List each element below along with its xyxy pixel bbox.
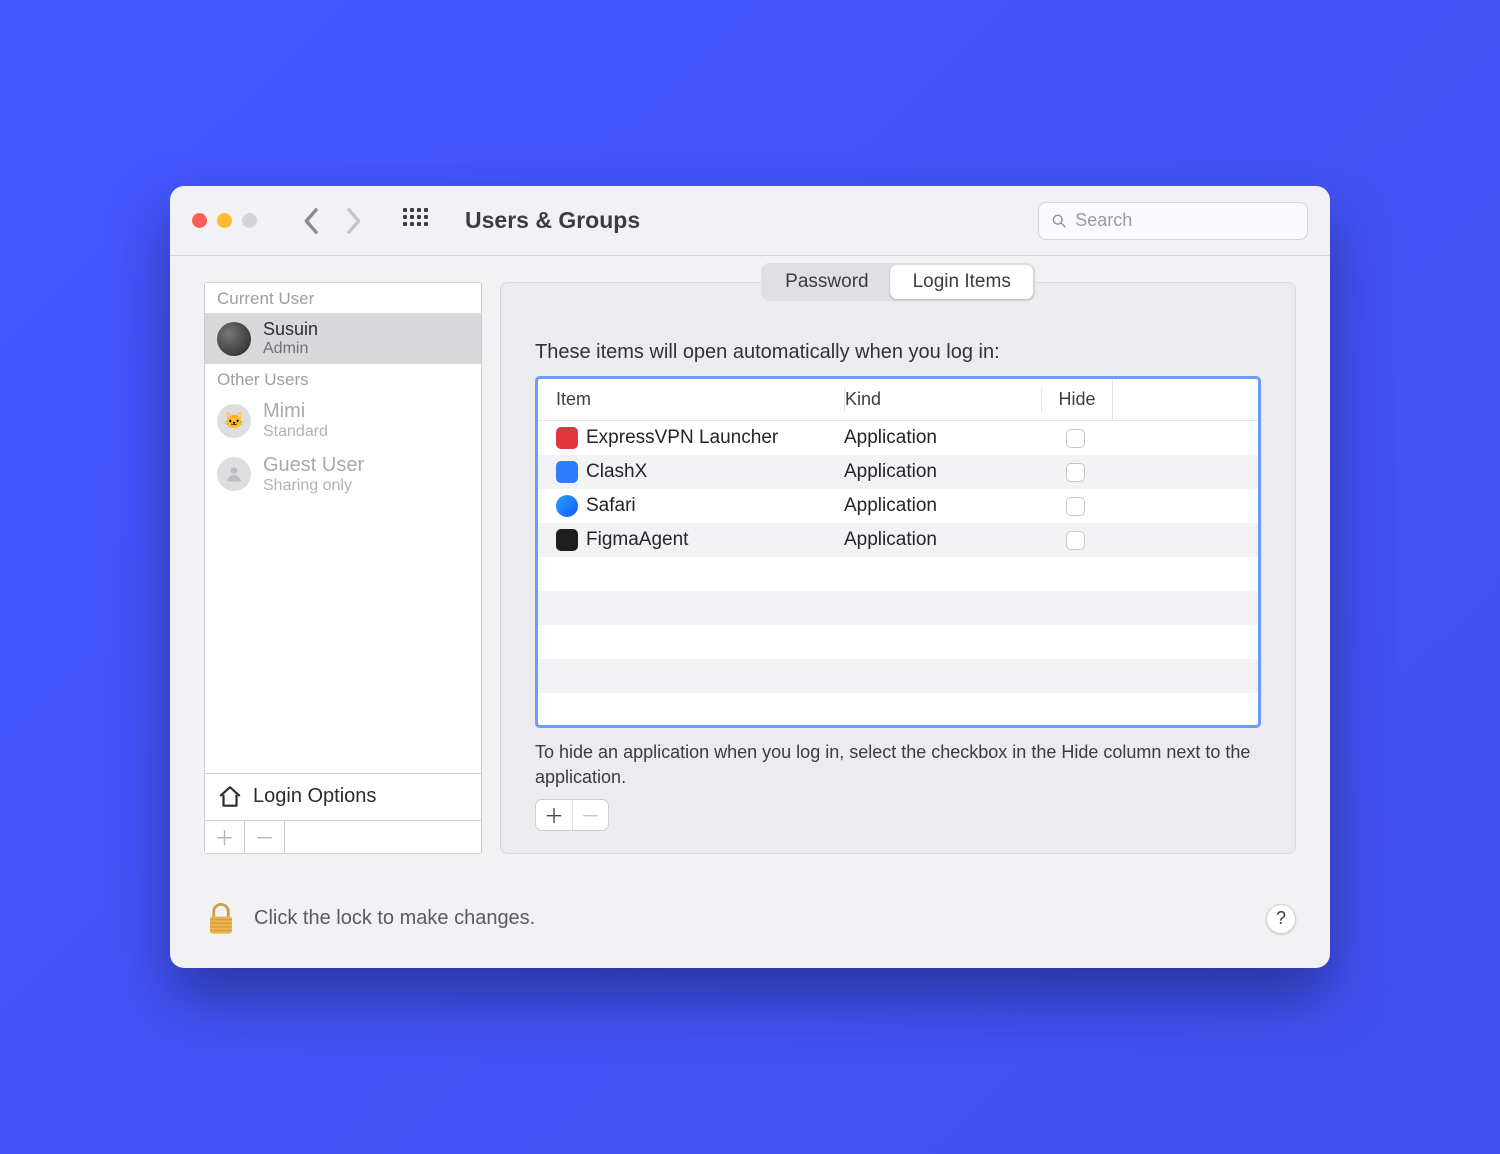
window-controls	[192, 213, 257, 228]
table-row[interactable]: ClashX Application	[538, 455, 1258, 489]
sidebar-add-remove: ＋ －	[205, 820, 481, 853]
table-row-empty	[538, 625, 1258, 659]
item-name: FigmaAgent	[586, 529, 688, 551]
login-items-heading: These items will open automatically when…	[535, 341, 1261, 364]
table-header: Item Kind Hide	[538, 379, 1258, 421]
item-kind: Application	[844, 427, 1040, 449]
footer: Click the lock to make changes. ?	[170, 880, 1330, 968]
lock-icon[interactable]	[204, 902, 238, 936]
login-items-hint: To hide an application when you log in, …	[535, 740, 1261, 789]
hide-checkbox[interactable]	[1066, 463, 1085, 482]
login-options-button[interactable]: Login Options	[205, 773, 481, 820]
user-role: Admin	[263, 340, 318, 358]
table-row[interactable]: FigmaAgent Application	[538, 523, 1258, 557]
tab-switcher: Password Login Items	[761, 263, 1035, 301]
add-user-button[interactable]: ＋	[205, 821, 245, 853]
user-role: Standard	[263, 423, 328, 441]
fullscreen-window-button[interactable]	[242, 213, 257, 228]
main-panel: Password Login Items These items will op…	[500, 282, 1296, 854]
app-icon	[556, 529, 578, 551]
person-icon	[224, 464, 244, 484]
col-kind: Kind	[845, 389, 1041, 410]
remove-user-button[interactable]: －	[245, 821, 285, 853]
hide-checkbox[interactable]	[1066, 531, 1085, 550]
col-hide: Hide	[1042, 389, 1112, 410]
table-row-empty	[538, 557, 1258, 591]
item-name: ClashX	[586, 461, 647, 483]
other-users-section-label: Other Users	[205, 364, 481, 394]
table-row-empty	[538, 591, 1258, 625]
tab-login-items[interactable]: Login Items	[891, 265, 1033, 299]
search-input[interactable]	[1075, 210, 1295, 231]
item-kind: Application	[844, 529, 1040, 551]
table-row-empty	[538, 659, 1258, 693]
app-icon	[556, 495, 578, 517]
search-field-wrap[interactable]	[1038, 202, 1308, 240]
house-icon	[217, 784, 243, 810]
user-name: Guest User	[263, 454, 364, 477]
chevron-left-icon	[302, 207, 319, 235]
back-button[interactable]	[297, 208, 323, 234]
item-kind: Application	[844, 461, 1040, 483]
col-item: Item	[538, 389, 844, 410]
login-items-add-remove: ＋ －	[535, 799, 609, 831]
item-name: Safari	[586, 495, 636, 517]
hide-checkbox[interactable]	[1066, 429, 1085, 448]
all-prefs-button[interactable]	[403, 208, 429, 234]
table-row[interactable]: ExpressVPN Launcher Application	[538, 421, 1258, 455]
prefs-window: Users & Groups Current User Susuin Admin…	[170, 186, 1330, 968]
tab-password[interactable]: Password	[763, 265, 890, 299]
help-button[interactable]: ?	[1266, 904, 1296, 934]
lock-hint: Click the lock to make changes.	[254, 907, 535, 930]
hide-checkbox[interactable]	[1066, 497, 1085, 516]
login-options-label: Login Options	[253, 785, 376, 808]
current-user-section-label: Current User	[205, 283, 481, 313]
avatar	[217, 322, 251, 356]
user-name: Susuin	[263, 319, 318, 340]
item-kind: Application	[844, 495, 1040, 517]
avatar	[217, 457, 251, 491]
remove-login-item-button[interactable]: －	[572, 800, 608, 830]
add-login-item-button[interactable]: ＋	[536, 800, 572, 830]
item-name: ExpressVPN Launcher	[586, 427, 778, 449]
login-items-table[interactable]: Item Kind Hide ExpressVPN Launcher Applic…	[535, 376, 1261, 728]
close-window-button[interactable]	[192, 213, 207, 228]
app-icon	[556, 427, 578, 449]
sidebar-user-current[interactable]: Susuin Admin	[205, 313, 481, 364]
search-icon	[1051, 212, 1067, 230]
user-name: Mimi	[263, 400, 328, 423]
toolbar: Users & Groups	[170, 186, 1330, 256]
avatar: 🐱	[217, 404, 251, 438]
sidebar-user-mimi[interactable]: 🐱 Mimi Standard	[205, 394, 481, 447]
users-sidebar: Current User Susuin Admin Other Users 🐱 …	[204, 282, 482, 854]
chevron-right-icon	[346, 207, 363, 235]
sidebar-user-guest[interactable]: Guest User Sharing only	[205, 448, 481, 501]
user-role: Sharing only	[263, 477, 364, 495]
minimize-window-button[interactable]	[217, 213, 232, 228]
page-title: Users & Groups	[465, 207, 640, 234]
app-icon	[556, 461, 578, 483]
table-row-empty	[538, 693, 1258, 727]
table-row[interactable]: Safari Application	[538, 489, 1258, 523]
forward-button[interactable]	[341, 208, 367, 234]
